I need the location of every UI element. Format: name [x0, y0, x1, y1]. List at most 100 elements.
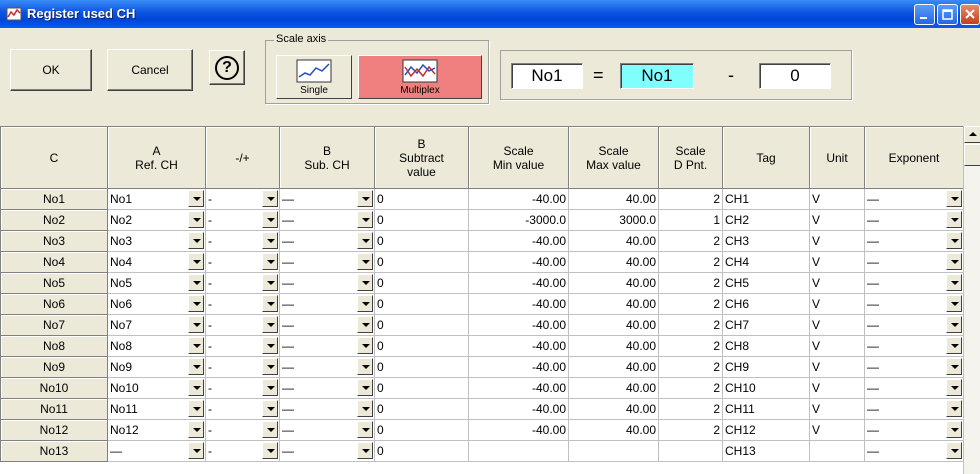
dropdown-arrow-icon[interactable] — [262, 337, 278, 354]
dropdown-arrow-icon[interactable] — [357, 442, 373, 459]
dropdown-arrow-icon[interactable] — [262, 232, 278, 249]
scale-min-cell[interactable]: -40.00 — [468, 230, 569, 252]
row-header[interactable]: No4 — [0, 251, 108, 273]
sign-select[interactable]: - — [205, 440, 280, 462]
cancel-button[interactable]: Cancel — [107, 49, 193, 91]
sign-select[interactable]: - — [205, 377, 280, 399]
scale-min-cell[interactable]: -40.00 — [468, 356, 569, 378]
sub-ch-select[interactable]: — — [279, 398, 375, 420]
dropdown-arrow-icon[interactable] — [188, 316, 204, 333]
exponent-select[interactable]: — — [864, 356, 964, 378]
dropdown-arrow-icon[interactable] — [946, 400, 962, 417]
dropdown-arrow-icon[interactable] — [946, 421, 962, 438]
dropdown-arrow-icon[interactable] — [357, 190, 373, 207]
column-header-tag[interactable]: Tag — [722, 126, 810, 189]
dropdown-arrow-icon[interactable] — [946, 253, 962, 270]
sign-select[interactable]: - — [205, 314, 280, 336]
dropdown-arrow-icon[interactable] — [262, 190, 278, 207]
sub-ch-select[interactable]: — — [279, 419, 375, 441]
row-header[interactable]: No1 — [0, 188, 108, 210]
tag-cell[interactable]: CH3 — [722, 230, 810, 252]
dropdown-arrow-icon[interactable] — [357, 253, 373, 270]
dropdown-arrow-icon[interactable] — [188, 358, 204, 375]
subtract-value-cell[interactable]: 0 — [374, 377, 469, 399]
tag-cell[interactable]: CH5 — [722, 272, 810, 294]
dropdown-arrow-icon[interactable] — [262, 358, 278, 375]
ok-button[interactable]: OK — [10, 49, 92, 91]
exponent-select[interactable]: — — [864, 440, 964, 462]
ref-ch-select[interactable]: No5 — [107, 272, 206, 294]
sign-select[interactable]: - — [205, 398, 280, 420]
scale-min-cell[interactable]: -40.00 — [468, 272, 569, 294]
dropdown-arrow-icon[interactable] — [188, 232, 204, 249]
vertical-scrollbar[interactable] — [963, 126, 980, 474]
subtract-value-cell[interactable]: 0 — [374, 272, 469, 294]
subtract-value-cell[interactable]: 0 — [374, 419, 469, 441]
tag-cell[interactable]: CH12 — [722, 419, 810, 441]
sub-ch-select[interactable]: — — [279, 314, 375, 336]
unit-cell[interactable]: V — [809, 272, 865, 294]
unit-cell[interactable]: V — [809, 314, 865, 336]
dropdown-arrow-icon[interactable] — [262, 253, 278, 270]
tag-cell[interactable]: CH1 — [722, 188, 810, 210]
dropdown-arrow-icon[interactable] — [357, 211, 373, 228]
tag-cell[interactable]: CH7 — [722, 314, 810, 336]
dropdown-arrow-icon[interactable] — [262, 421, 278, 438]
column-header-scale-max[interactable]: Scale Max value — [568, 126, 659, 189]
dropdown-arrow-icon[interactable] — [946, 337, 962, 354]
single-scale-button[interactable]: Single — [276, 55, 352, 99]
sign-select[interactable]: - — [205, 419, 280, 441]
scale-max-cell[interactable]: 40.00 — [568, 230, 659, 252]
dropdown-arrow-icon[interactable] — [946, 211, 962, 228]
subtract-value-cell[interactable]: 0 — [374, 209, 469, 231]
sub-ch-select[interactable]: — — [279, 209, 375, 231]
tag-cell[interactable]: CH9 — [722, 356, 810, 378]
unit-cell[interactable]: V — [809, 419, 865, 441]
scale-dpnt-cell[interactable]: 2 — [658, 419, 723, 441]
subtract-value-cell[interactable]: 0 — [374, 188, 469, 210]
dropdown-arrow-icon[interactable] — [946, 232, 962, 249]
scale-min-cell[interactable]: -40.00 — [468, 314, 569, 336]
scale-dpnt-cell[interactable]: 2 — [658, 398, 723, 420]
unit-cell[interactable] — [809, 440, 865, 462]
scale-max-cell[interactable]: 40.00 — [568, 188, 659, 210]
dropdown-arrow-icon[interactable] — [262, 274, 278, 291]
row-header[interactable]: No6 — [0, 293, 108, 315]
exponent-select[interactable]: — — [864, 272, 964, 294]
sign-select[interactable]: - — [205, 356, 280, 378]
dropdown-arrow-icon[interactable] — [188, 295, 204, 312]
dropdown-arrow-icon[interactable] — [357, 274, 373, 291]
row-header[interactable]: No7 — [0, 314, 108, 336]
sub-ch-select[interactable]: — — [279, 335, 375, 357]
scroll-thumb[interactable] — [964, 144, 980, 166]
subtract-value-cell[interactable]: 0 — [374, 314, 469, 336]
scale-dpnt-cell[interactable] — [658, 440, 723, 462]
row-header[interactable]: No12 — [0, 419, 108, 441]
dropdown-arrow-icon[interactable] — [357, 337, 373, 354]
dropdown-arrow-icon[interactable] — [946, 190, 962, 207]
minimize-button[interactable] — [914, 4, 935, 25]
scale-min-cell[interactable]: -40.00 — [468, 251, 569, 273]
scale-min-cell[interactable]: -40.00 — [468, 335, 569, 357]
dropdown-arrow-icon[interactable] — [946, 295, 962, 312]
dropdown-arrow-icon[interactable] — [188, 211, 204, 228]
dropdown-arrow-icon[interactable] — [262, 295, 278, 312]
exponent-select[interactable]: — — [864, 398, 964, 420]
ref-ch-select[interactable]: No3 — [107, 230, 206, 252]
scale-min-cell[interactable]: -40.00 — [468, 419, 569, 441]
sign-select[interactable]: - — [205, 209, 280, 231]
scale-min-cell[interactable]: -3000.0 — [468, 209, 569, 231]
scale-dpnt-cell[interactable]: 2 — [658, 293, 723, 315]
scale-max-cell[interactable]: 3000.0 — [568, 209, 659, 231]
dropdown-arrow-icon[interactable] — [946, 274, 962, 291]
dropdown-arrow-icon[interactable] — [262, 316, 278, 333]
ref-ch-select[interactable]: No4 — [107, 251, 206, 273]
ref-ch-select[interactable]: No12 — [107, 419, 206, 441]
row-header[interactable]: No3 — [0, 230, 108, 252]
scale-dpnt-cell[interactable]: 2 — [658, 230, 723, 252]
dropdown-arrow-icon[interactable] — [262, 400, 278, 417]
sub-ch-select[interactable]: — — [279, 230, 375, 252]
sign-select[interactable]: - — [205, 335, 280, 357]
dropdown-arrow-icon[interactable] — [262, 442, 278, 459]
multiplex-scale-button[interactable]: Multiplex — [358, 55, 482, 99]
